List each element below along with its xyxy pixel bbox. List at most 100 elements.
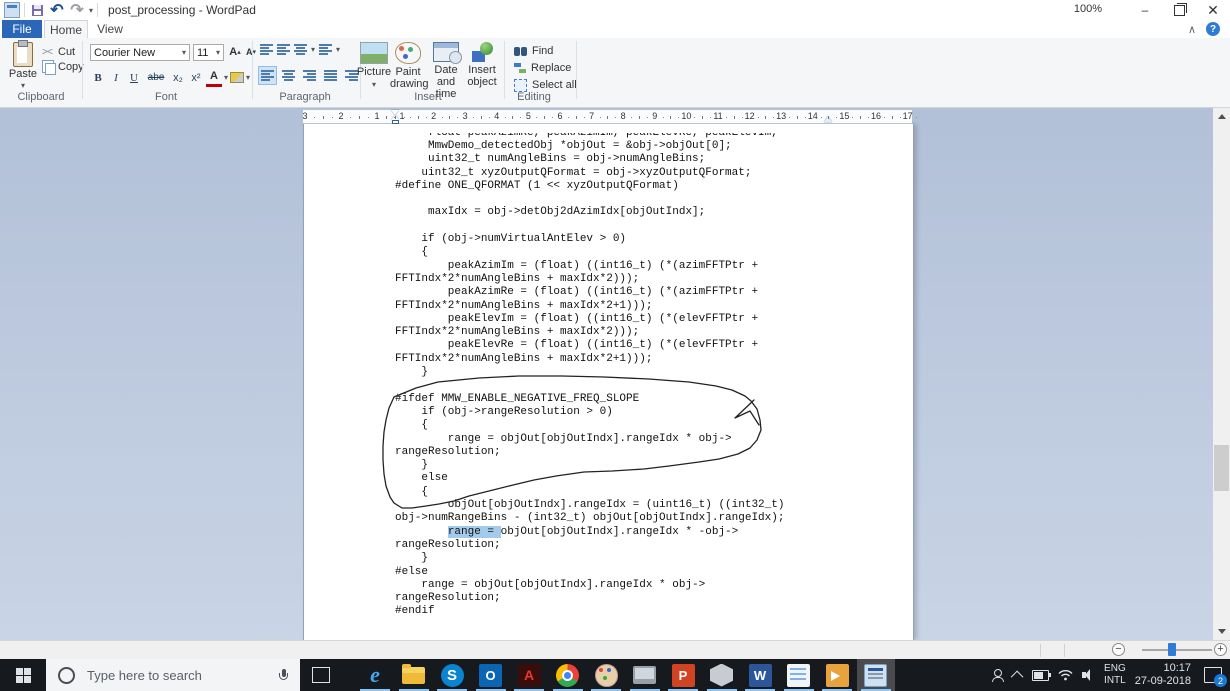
taskbar-app-acrobat-reader[interactable]: A — [510, 659, 548, 691]
taskbar-app-internet-explorer[interactable]: e — [356, 659, 394, 691]
find-button[interactable]: Find — [514, 43, 577, 59]
vertical-scrollbar[interactable] — [1213, 108, 1230, 640]
ruler-tick — [607, 116, 609, 119]
decrease-indent-icon[interactable] — [260, 44, 273, 55]
chrome-icon — [556, 663, 579, 687]
tab-file[interactable]: File — [2, 20, 42, 38]
search-box[interactable]: Type here to search — [46, 659, 300, 691]
font-size-select[interactable]: 11 ▾ — [193, 44, 224, 61]
minimize-button[interactable]: – — [1128, 0, 1162, 20]
taskbar-app-paint[interactable] — [587, 659, 625, 691]
restore-button[interactable] — [1162, 0, 1196, 20]
ruler-number: 12 — [744, 111, 755, 121]
highlight-color-dropdown[interactable]: ▾ — [246, 73, 250, 82]
grow-font-button[interactable]: A ▴ — [227, 44, 243, 60]
replace-button[interactable]: Replace — [514, 60, 577, 76]
collapse-ribbon-icon[interactable]: ∧ — [1188, 23, 1196, 36]
scroll-up-icon — [1217, 114, 1226, 119]
start-button[interactable] — [0, 659, 46, 691]
zoom-in-button[interactable]: + — [1214, 643, 1227, 656]
taskbar-app-powerpoint[interactable]: P — [664, 659, 702, 691]
picture-label: Picture — [356, 66, 392, 78]
tab-home[interactable]: Home — [44, 20, 88, 38]
shrink-font-button[interactable]: A ▾ — [243, 44, 259, 60]
scroll-up-button[interactable] — [1213, 108, 1230, 125]
highlight-color-icon[interactable] — [230, 72, 245, 83]
title-bar: ↶ ↷ ▾ post_processing - WordPad – ✕ — [0, 0, 1230, 20]
scroll-down-button[interactable] — [1213, 623, 1230, 640]
tab-view[interactable]: View — [90, 20, 130, 38]
3d-builder-icon — [710, 663, 733, 687]
zoom-slider-thumb[interactable] — [1168, 643, 1176, 656]
italic-button[interactable]: I — [108, 70, 124, 86]
scroll-down-icon — [1217, 629, 1226, 634]
align-right-button[interactable] — [300, 66, 319, 85]
align-left-button[interactable] — [258, 66, 277, 85]
taskbar-app-system-monitor-app[interactable] — [626, 659, 664, 691]
taskbar-app-journal[interactable] — [780, 659, 818, 691]
taskbar-app-outlook[interactable]: O — [472, 659, 510, 691]
volume-icon[interactable] — [1082, 669, 1095, 681]
close-button[interactable]: ✕ — [1196, 0, 1230, 20]
font-color-button[interactable]: A — [206, 68, 222, 87]
clock[interactable]: 10:17 27-09-2018 — [1135, 662, 1191, 688]
code-text[interactable]: MmwDemo_detectedObj *objOut = &obj->objO… — [395, 140, 784, 619]
zoom-out-button[interactable]: − — [1112, 643, 1125, 656]
scrollbar-thumb[interactable] — [1214, 445, 1229, 491]
ruler[interactable]: 3 2 1 1 2 3 4 5 6 7 8 9 10 11 12 13 14 15 16 17 — [302, 110, 917, 124]
copy-button[interactable]: Copy — [42, 59, 84, 75]
underline-button[interactable]: U — [126, 70, 142, 86]
taskbar-app-word[interactable]: W — [741, 659, 779, 691]
qat-customize-dropdown[interactable]: ▾ — [89, 6, 93, 15]
zoom-slider-track[interactable] — [1142, 649, 1212, 651]
action-center-icon[interactable]: 2 — [1204, 667, 1227, 687]
taskbar-app-3d-builder[interactable] — [703, 659, 741, 691]
show-hidden-icons-chevron[interactable] — [1010, 670, 1024, 683]
ruler-tick — [757, 117, 759, 118]
bullets-dropdown[interactable]: ▾ — [311, 45, 315, 54]
subscript-button[interactable]: x₂ — [170, 70, 186, 86]
cut-label: Cut — [58, 45, 76, 58]
help-icon[interactable]: ? — [1206, 22, 1220, 36]
ruler-tick — [836, 117, 838, 118]
ruler-tick — [860, 116, 861, 119]
taskbar-app-file-explorer[interactable] — [395, 659, 433, 691]
calendar-clock-icon — [433, 42, 462, 64]
taskbar-app-homegroup-app[interactable] — [818, 659, 856, 691]
save-button[interactable] — [29, 2, 45, 18]
taskbar-app-chrome[interactable] — [549, 659, 587, 691]
document-page[interactable]: float peakAzimRe, peakAzimIm, peakElevRe… — [303, 124, 914, 640]
ruler-number: 2 — [431, 111, 437, 121]
justify-button[interactable] — [321, 66, 340, 85]
taskbar-app-wordpad[interactable] — [856, 659, 895, 691]
taskbar-app-skype[interactable]: S — [433, 659, 471, 691]
picture-icon — [360, 42, 388, 64]
superscript-button[interactable]: x² — [188, 70, 204, 86]
ruler-tick — [332, 117, 333, 118]
increase-indent-icon[interactable] — [277, 44, 290, 55]
paste-button[interactable]: Paste ▾ — [8, 40, 38, 90]
people-icon[interactable] — [991, 668, 1005, 682]
bullets-icon[interactable] — [294, 44, 307, 55]
redo-button[interactable]: ↷ — [69, 2, 85, 19]
cut-button[interactable]: Cut — [42, 44, 84, 59]
microphone-icon[interactable] — [279, 668, 288, 682]
line-spacing-icon[interactable] — [319, 44, 333, 55]
bold-button[interactable]: B — [90, 70, 106, 86]
ruler-number: 13 — [776, 111, 787, 121]
strikethrough-button[interactable]: abe — [144, 70, 168, 86]
battery-icon[interactable] — [1032, 669, 1052, 681]
wifi-icon[interactable] — [1058, 669, 1073, 681]
undo-button[interactable]: ↶ — [49, 2, 65, 19]
font-color-dropdown[interactable]: ▾ — [224, 73, 228, 82]
language-indicator[interactable]: ENG INTL — [1104, 663, 1126, 687]
ribbon-tab-row: File Home View — [0, 20, 1230, 38]
align-center-button[interactable] — [279, 66, 298, 85]
time-label: 10:17 — [1163, 662, 1191, 674]
font-family-select[interactable]: Courier New ▾ — [90, 44, 190, 61]
task-view-button[interactable] — [302, 659, 340, 691]
line-spacing-dropdown[interactable]: ▾ — [336, 45, 340, 54]
selected-text[interactable]: range = — [447, 525, 501, 538]
file-explorer-icon — [402, 663, 425, 684]
ruler-tick — [899, 117, 901, 118]
